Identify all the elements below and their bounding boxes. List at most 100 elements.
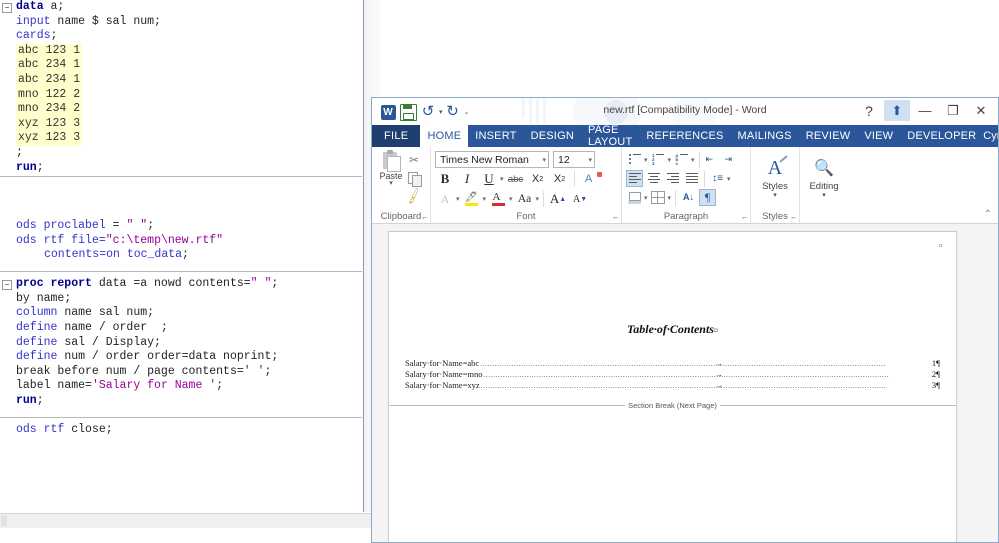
format-painter-icon[interactable]: 🖌 bbox=[404, 187, 423, 205]
code-line[interactable]: mno 122 2 bbox=[0, 87, 362, 103]
grow-font-icon[interactable]: A ▲ bbox=[548, 190, 568, 208]
toc-entry-list[interactable]: Salary·for·Name=abc.....................… bbox=[405, 358, 940, 391]
sort-icon[interactable]: A↓ bbox=[680, 189, 697, 206]
toc-entry[interactable]: Salary·for·Name=xyz.....................… bbox=[405, 380, 940, 391]
paste-dropdown-icon[interactable]: ▾ bbox=[389, 180, 393, 187]
font-color-dropdown-icon[interactable]: ▾ bbox=[509, 195, 513, 203]
underline-dropdown-icon[interactable]: ▾ bbox=[500, 175, 504, 183]
font-name-combobox[interactable]: Times New Roman ▾ bbox=[435, 151, 549, 168]
shrink-font-icon[interactable]: A ▼ bbox=[570, 190, 590, 208]
toc-entry[interactable]: Salary·for·Name=mno.....................… bbox=[405, 369, 940, 380]
multilevel-dropdown-icon[interactable]: ▾ bbox=[691, 156, 695, 164]
code-line[interactable]: ods rtf file="c:\temp\new.rtf" bbox=[0, 234, 362, 249]
code-line[interactable]: input name $ sal num; bbox=[0, 15, 362, 30]
code-line[interactable]: ods rtf close; bbox=[0, 423, 362, 438]
code-line[interactable]: − proc report data =a nowd contents=" "; bbox=[0, 277, 362, 292]
show-formatting-marks-icon[interactable]: ¶ bbox=[699, 189, 717, 206]
highlight-dropdown-icon[interactable]: ▾ bbox=[483, 195, 487, 203]
bold-button[interactable]: B bbox=[435, 170, 455, 188]
ribbon-display-options-button[interactable]: ⬆ bbox=[884, 100, 910, 121]
code-line[interactable]: define num / order order=data noprint; bbox=[0, 350, 362, 365]
numbering-icon[interactable]: 123 bbox=[650, 151, 667, 168]
editing-dropdown-icon[interactable]: ▾ bbox=[822, 192, 826, 199]
cards-data-row[interactable]: abc 234 1 bbox=[16, 58, 83, 73]
font-size-combobox[interactable]: 12 ▾ bbox=[553, 151, 595, 168]
change-case-icon[interactable]: Aa bbox=[515, 190, 535, 208]
document-content[interactable]: ¤ Table·of·Contents¤ Salary·for·Name=abc… bbox=[389, 232, 957, 542]
shading-icon[interactable] bbox=[626, 189, 643, 206]
styles-button[interactable]: A Styles ▾ bbox=[755, 153, 795, 200]
tab-view[interactable]: VIEW bbox=[857, 125, 900, 147]
code-line[interactable]: by name; bbox=[0, 292, 362, 307]
code-line[interactable]: abc 234 1 bbox=[0, 58, 362, 73]
code-line[interactable]: xyz 123 3 bbox=[0, 131, 362, 146]
cards-data-row[interactable]: abc 234 1 bbox=[16, 72, 83, 88]
cards-data-row[interactable]: xyz 123 3 bbox=[16, 116, 83, 132]
collapse-toggle-icon[interactable]: − bbox=[2, 280, 12, 291]
tab-references[interactable]: REFERENCES bbox=[639, 125, 730, 147]
editor-horizontal-scrollbar[interactable] bbox=[0, 513, 379, 528]
strikethrough-button[interactable]: abc bbox=[506, 170, 526, 188]
code-line[interactable]: xyz 123 3 bbox=[0, 116, 362, 132]
cut-icon[interactable]: ✂ bbox=[406, 152, 422, 168]
document-canvas[interactable]: ¤ Table·of·Contents¤ Salary·for·Name=abc… bbox=[372, 224, 998, 542]
numbering-dropdown-icon[interactable]: ▾ bbox=[668, 156, 672, 164]
font-color-icon[interactable]: A bbox=[488, 190, 508, 208]
scrollbar-thumb[interactable] bbox=[1, 515, 7, 526]
bullets-dropdown-icon[interactable]: ▾ bbox=[644, 156, 648, 164]
code-line[interactable]: ; bbox=[0, 146, 362, 161]
code-line[interactable]: abc 123 1 bbox=[0, 43, 362, 59]
document-page[interactable]: ¤ Table·of·Contents¤ Salary·for·Name=abc… bbox=[388, 231, 957, 542]
borders-icon[interactable] bbox=[650, 189, 667, 206]
editing-button[interactable]: 🔍 Editing ▾ bbox=[804, 153, 844, 199]
line-spacing-icon[interactable]: ↕≡ bbox=[709, 170, 726, 187]
font-dialog-launcher[interactable]: ⌐ bbox=[613, 211, 618, 224]
save-icon[interactable] bbox=[398, 102, 418, 122]
tab-mailings[interactable]: MAILINGS bbox=[731, 125, 799, 147]
increase-indent-icon[interactable]: ⇥ bbox=[723, 151, 740, 168]
chevron-down-icon[interactable]: ▾ bbox=[588, 156, 592, 164]
code-line[interactable] bbox=[0, 190, 362, 205]
code-line[interactable]: label name='Salary for Name '; bbox=[0, 379, 362, 394]
redo-icon[interactable]: ↻ bbox=[443, 102, 463, 122]
tab-home[interactable]: HOME bbox=[420, 125, 469, 147]
decrease-indent-icon[interactable]: ⇤ bbox=[704, 151, 721, 168]
tab-review[interactable]: REVIEW bbox=[799, 125, 858, 147]
tab-page-layout[interactable]: PAGE LAYOUT bbox=[581, 124, 639, 148]
underline-button[interactable]: U bbox=[479, 170, 499, 188]
multilevel-list-icon[interactable]: abc bbox=[673, 151, 690, 168]
borders-dropdown-icon[interactable]: ▾ bbox=[668, 194, 672, 202]
user-account[interactable]: Cynthi... ▾ bbox=[983, 125, 998, 147]
text-effects-icon[interactable]: A bbox=[435, 190, 455, 208]
code-line[interactable]: cards; bbox=[0, 29, 362, 44]
code-line[interactable] bbox=[0, 409, 362, 424]
chevron-down-icon[interactable]: ▾ bbox=[542, 156, 546, 164]
tab-design[interactable]: DESIGN bbox=[524, 125, 581, 147]
cards-data-row[interactable]: xyz 123 3 bbox=[16, 131, 83, 146]
help-button[interactable]: ? bbox=[856, 100, 882, 121]
code-line[interactable]: define sal / Display; bbox=[0, 336, 362, 351]
italic-button[interactable]: I bbox=[457, 170, 477, 188]
cards-data-row[interactable]: mno 234 2 bbox=[16, 102, 83, 117]
cards-data-row[interactable]: abc 123 1 bbox=[16, 43, 83, 59]
code-line[interactable]: define name / order ; bbox=[0, 321, 362, 336]
align-center-icon[interactable] bbox=[645, 170, 662, 187]
toc-entry[interactable]: Salary·for·Name=abc.....................… bbox=[405, 358, 940, 369]
code-line[interactable] bbox=[0, 175, 362, 190]
code-line[interactable]: run; bbox=[0, 394, 362, 409]
align-left-icon[interactable] bbox=[626, 170, 643, 187]
shading-dropdown-icon[interactable]: ▾ bbox=[644, 194, 648, 202]
text-effects-dropdown-icon[interactable]: ▾ bbox=[456, 195, 460, 203]
clear-formatting-icon[interactable]: A bbox=[579, 170, 602, 188]
change-case-dropdown-icon[interactable]: ▾ bbox=[536, 195, 540, 203]
code-line[interactable]: ods proclabel = " "; bbox=[0, 219, 362, 234]
customize-qat-icon[interactable]: ⌄ bbox=[464, 108, 470, 116]
text-highlight-color-icon[interactable]: 🖊 bbox=[462, 190, 482, 208]
code-line[interactable]: − data a; bbox=[0, 0, 362, 15]
minimize-button[interactable]: — bbox=[912, 100, 938, 121]
close-button[interactable]: ✕ bbox=[968, 100, 994, 121]
styles-dialog-launcher[interactable]: ⌐ bbox=[791, 211, 796, 224]
justify-icon[interactable] bbox=[683, 170, 700, 187]
restore-button[interactable]: ❐ bbox=[940, 100, 966, 121]
superscript-button[interactable]: X2 bbox=[550, 170, 570, 188]
